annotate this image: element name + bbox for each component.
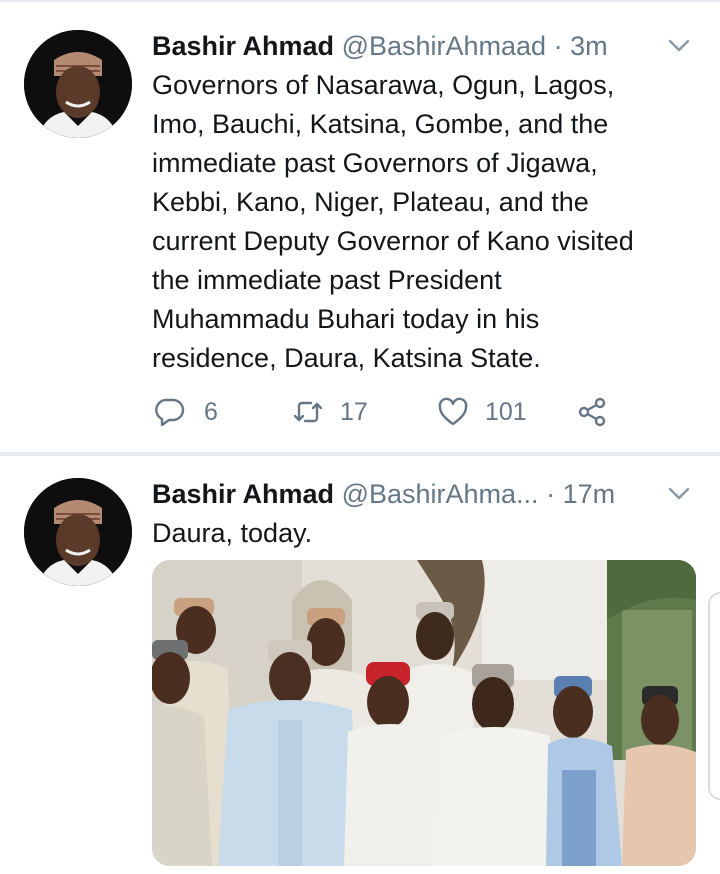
tweet-text-line: Muhammadu Buhari today in his	[152, 304, 540, 334]
tweet-text-line: current Deputy Governor of Kano visited	[152, 226, 634, 256]
tweet-header: Bashir Ahmad @BashirAhmaad · 3m	[152, 26, 697, 66]
separator-dot: ·	[553, 31, 563, 61]
retweet-button[interactable]: 17	[292, 394, 368, 430]
heart-icon	[438, 397, 468, 426]
tweet-photo[interactable]	[152, 560, 696, 866]
scroll-indicator[interactable]	[708, 592, 720, 800]
tweet-card[interactable]: Bashir Ahmad @BashirAhma... · 17m Daura,…	[0, 456, 720, 874]
avatar[interactable]	[24, 478, 132, 586]
like-count: 101	[485, 397, 527, 426]
tweet-text-line: Daura, today.	[152, 518, 313, 548]
top-divider	[0, 0, 720, 6]
share-button[interactable]	[576, 394, 608, 430]
tweet-text-line: Kebbi, Kano, Niger, Plateau, and the	[152, 187, 589, 217]
like-button[interactable]: 101	[437, 394, 527, 430]
reply-icon	[155, 398, 185, 427]
tweet-text-line: immediate past Governors of Jigawa,	[152, 148, 598, 178]
tweet-time[interactable]: 17m	[563, 479, 616, 509]
retweet-icon	[293, 401, 323, 423]
chevron-down-icon[interactable]	[664, 478, 694, 508]
tweet-card[interactable]: Bashir Ahmad @BashirAhmaad · 3m Governor…	[0, 8, 720, 452]
chevron-down-icon[interactable]	[664, 30, 694, 60]
separator-dot: ·	[546, 479, 556, 509]
author-handle[interactable]: @BashirAhma...	[342, 479, 539, 509]
author-handle[interactable]: @BashirAhmaad	[342, 31, 547, 61]
tweet-header: Bashir Ahmad @BashirAhma... · 17m	[152, 474, 697, 514]
tweet-text-line: Governors of Nasarawa, Ogun, Lagos,	[152, 70, 615, 100]
tweet-time[interactable]: 3m	[570, 31, 608, 61]
reply-count: 6	[204, 397, 218, 426]
tweet-text-line: Imo, Bauchi, Katsina, Gombe, and the	[152, 109, 609, 139]
tweet-actions: 6 17 101	[152, 394, 697, 430]
tweet-text: Governors of Nasarawa, Ogun, Lagos, Imo,…	[152, 66, 697, 378]
reply-button[interactable]: 6	[154, 394, 218, 430]
avatar[interactable]	[24, 30, 132, 138]
author-name[interactable]: Bashir Ahmad	[152, 479, 334, 509]
retweet-count: 17	[340, 397, 368, 426]
tweet-text: Daura, today.	[152, 514, 697, 553]
share-icon	[578, 397, 606, 427]
tweet-text-line: residence, Daura, Katsina State.	[152, 343, 541, 373]
tweet-text-line: the immediate past President	[152, 265, 502, 295]
author-name[interactable]: Bashir Ahmad	[152, 31, 334, 61]
